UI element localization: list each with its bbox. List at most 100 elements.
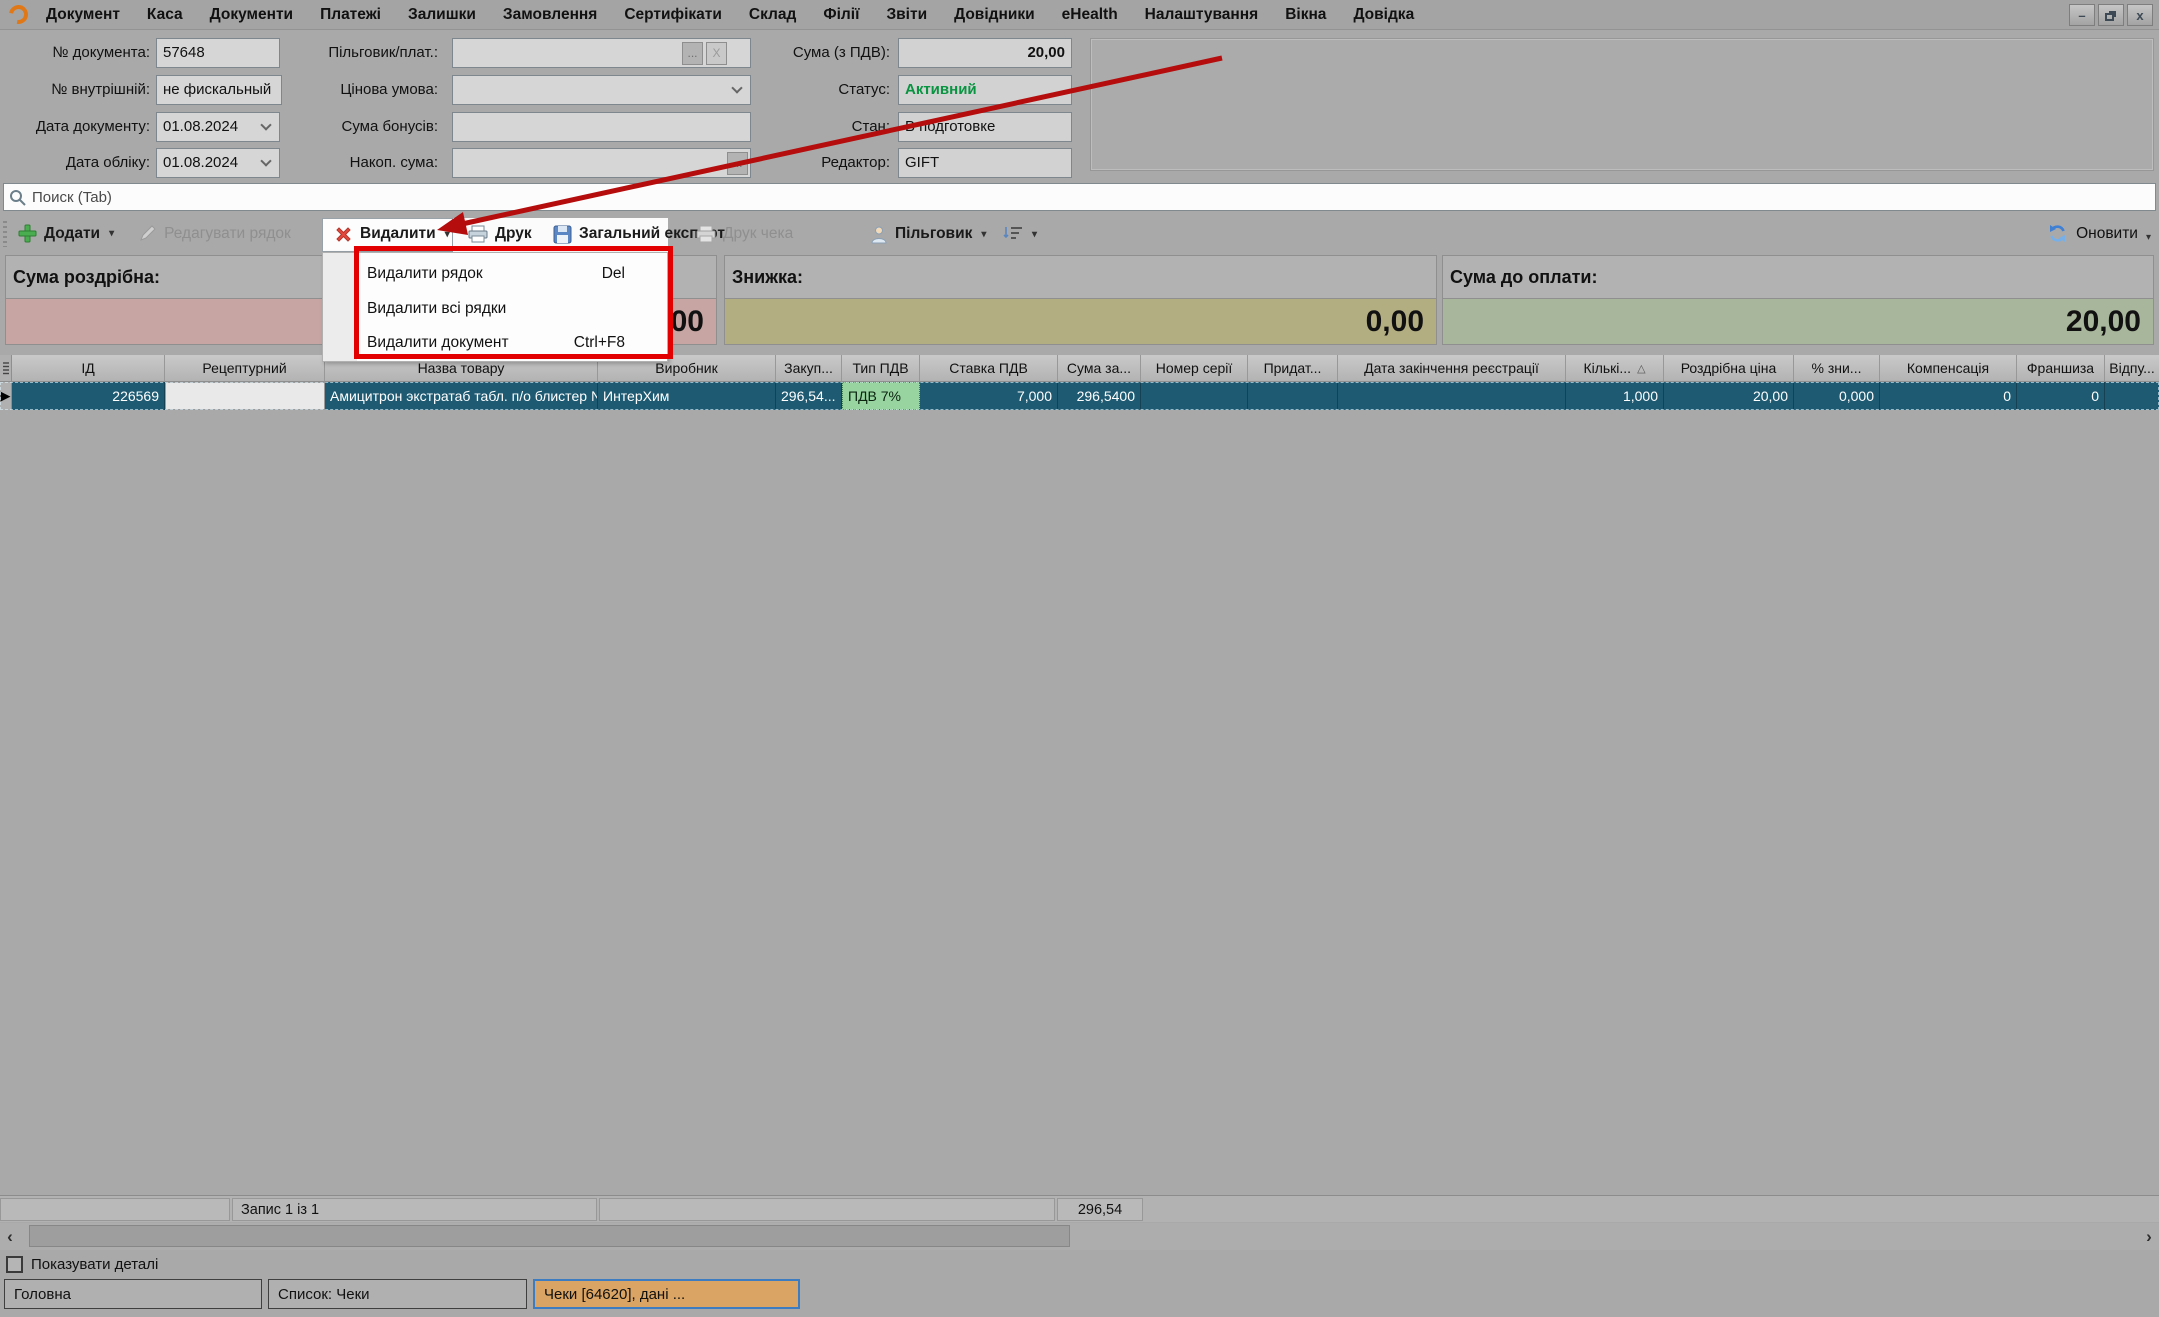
- cell-discount-pct[interactable]: 0,000: [1794, 382, 1880, 410]
- scroll-right-arrow[interactable]: ›: [2139, 1223, 2159, 1250]
- beneficiary-button[interactable]: Пільговик▾: [862, 218, 994, 250]
- cell-purchase[interactable]: 296,54...: [776, 382, 842, 410]
- view-options-button[interactable]: ▾: [995, 218, 1045, 250]
- menu-windows[interactable]: Вікна: [1285, 6, 1326, 24]
- dropdown-arrow-icon: ▾: [445, 229, 450, 240]
- editor-label: Редактор:: [690, 148, 890, 178]
- sort-asc-icon: △: [1637, 362, 1645, 375]
- col-vat-type[interactable]: Тип ПДВ: [842, 355, 920, 382]
- col-franchise[interactable]: Франшиза: [2017, 355, 2105, 382]
- beneficiary-label: Пільговик/плат.:: [240, 38, 438, 68]
- menu-settings[interactable]: Налаштування: [1145, 6, 1259, 24]
- status-badge: Активний: [905, 81, 977, 98]
- tab-home[interactable]: Головна: [4, 1279, 262, 1309]
- menu-document[interactable]: Документ: [46, 6, 120, 24]
- menu-documents[interactable]: Документи: [210, 6, 293, 24]
- dropdown-arrow-icon: ▾: [109, 228, 114, 239]
- row-marker-icon: ▶: [1, 388, 11, 404]
- menu-directories[interactable]: Довідники: [954, 6, 1035, 24]
- cell-id[interactable]: 226569: [12, 382, 165, 410]
- sum-vat-label: Сума (з ПДВ):: [690, 38, 890, 68]
- menu-stocks[interactable]: Залишки: [408, 6, 476, 24]
- cell-franchise[interactable]: 0: [2017, 382, 2105, 410]
- col-qty[interactable]: Кількі...△: [1566, 355, 1664, 382]
- app-logo-icon: [5, 1, 31, 27]
- details-checkbox[interactable]: [6, 1256, 23, 1273]
- col-dispense[interactable]: Відпу...: [2105, 355, 2159, 382]
- toolbar: Додати▾ Редагувати рядок Видалити▾ Друк …: [0, 215, 2159, 252]
- toolbar-grip[interactable]: [3, 221, 7, 247]
- bottom-tabs: Головна Список: Чеки Чеки [64620], дані …: [0, 1279, 2159, 1309]
- col-reg-end[interactable]: Дата закінчення реєстрації: [1338, 355, 1566, 382]
- restore-button[interactable]: [2098, 4, 2124, 26]
- col-compensation[interactable]: Компенсація: [1880, 355, 2017, 382]
- grid-row-selected[interactable]: ▶ 226569 Амицитрон экстратаб табл. п/о б…: [0, 382, 2159, 410]
- cell-reg-end[interactable]: [1338, 382, 1566, 410]
- red-x-icon: [334, 225, 353, 244]
- cell-compensation[interactable]: 0: [1880, 382, 2017, 410]
- menu-branches[interactable]: Філії: [823, 6, 859, 24]
- horizontal-scrollbar[interactable]: ‹ ›: [0, 1223, 2159, 1250]
- menu-bar: Документ Каса Документи Платежі Залишки …: [0, 0, 2159, 30]
- minimize-button[interactable]: –: [2069, 4, 2095, 26]
- side-panel: [1090, 38, 2154, 171]
- status-panel-empty: [599, 1198, 1055, 1221]
- col-vat-rate[interactable]: Ставка ПДВ: [920, 355, 1058, 382]
- internal-number-label: № внутрішній:: [0, 75, 150, 105]
- indicator-icon: [2, 361, 10, 375]
- col-discount-pct[interactable]: % зни...: [1794, 355, 1880, 382]
- cell-vat-type[interactable]: ПДВ 7%: [842, 382, 920, 410]
- menu-orders[interactable]: Замовлення: [503, 6, 597, 24]
- scroll-left-arrow[interactable]: ‹: [0, 1223, 20, 1250]
- cell-vat-rate[interactable]: 7,000: [920, 382, 1058, 410]
- person-icon: [870, 225, 888, 244]
- menu-reports[interactable]: Звіти: [886, 6, 927, 24]
- tab-receipt-data[interactable]: Чеки [64620], дані ...: [533, 1279, 800, 1309]
- col-purchase[interactable]: Закуп...: [776, 355, 842, 382]
- refresh-button[interactable]: Оновити ▾: [2047, 215, 2151, 252]
- payable-label: Сума до оплати:: [1442, 255, 2154, 299]
- status-field: Активний: [898, 75, 1072, 105]
- export-disk-icon: [553, 225, 572, 244]
- dropdown-arrow-icon: ▾: [2146, 232, 2151, 243]
- menu-certificates[interactable]: Сертифікати: [624, 6, 722, 24]
- col-retail-price[interactable]: Роздрібна ціна: [1664, 355, 1794, 382]
- status-bar: Запис 1 із 1 296,54: [0, 1195, 2159, 1222]
- annotation-highlight-rect: [354, 246, 673, 359]
- plus-icon: [18, 224, 37, 243]
- editor-field: GIFT: [898, 148, 1072, 178]
- cell-serial[interactable]: [1141, 382, 1248, 410]
- col-id[interactable]: ІД: [12, 355, 165, 382]
- scrollbar-thumb[interactable]: [29, 1225, 1070, 1247]
- close-button[interactable]: x: [2127, 4, 2153, 26]
- menu-payments[interactable]: Платежі: [320, 6, 381, 24]
- add-button[interactable]: Додати▾: [10, 218, 122, 250]
- menu-help[interactable]: Довідка: [1353, 6, 1414, 24]
- document-header-form: № документа: 57648 № внутрішній: не фиск…: [0, 31, 2159, 181]
- col-serial[interactable]: Номер серії: [1141, 355, 1248, 382]
- cell-retail-price[interactable]: 20,00: [1664, 382, 1794, 410]
- search-placeholder: Поиск (Tab): [32, 189, 112, 206]
- col-valid[interactable]: Придат...: [1248, 355, 1338, 382]
- cell-sum-per[interactable]: 296,5400: [1058, 382, 1141, 410]
- payable-panel: Сума до оплати: 20,00: [1442, 255, 2154, 345]
- menu-warehouse[interactable]: Склад: [749, 6, 796, 24]
- search-input[interactable]: Поиск (Tab): [3, 183, 2156, 211]
- state-label: Стан:: [690, 112, 890, 142]
- menu-gutter: [323, 253, 357, 361]
- cell-manufacturer[interactable]: ИнтерХим: [598, 382, 776, 410]
- state-field: В подготовке: [898, 112, 1072, 142]
- cell-name[interactable]: Амицитрон экстратаб табл. п/о блистер №1…: [325, 382, 598, 410]
- status-panel-empty: [0, 1198, 230, 1221]
- cell-qty[interactable]: 1,000: [1566, 382, 1664, 410]
- menu-ehealth[interactable]: eHealth: [1062, 6, 1118, 24]
- menu-kasa[interactable]: Каса: [147, 6, 183, 24]
- col-sum-per[interactable]: Сума за...: [1058, 355, 1141, 382]
- cell-recept[interactable]: [165, 382, 325, 410]
- cell-dispense[interactable]: [2105, 382, 2159, 410]
- status-sum: 296,54: [1057, 1198, 1143, 1221]
- cell-valid[interactable]: [1248, 382, 1338, 410]
- accum-sum-label: Накоп. сума:: [240, 148, 438, 178]
- tab-list-receipts[interactable]: Список: Чеки: [268, 1279, 527, 1309]
- col-recept[interactable]: Рецептурний: [165, 355, 325, 382]
